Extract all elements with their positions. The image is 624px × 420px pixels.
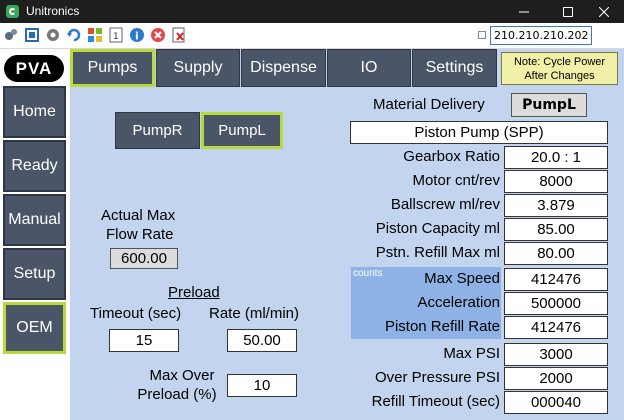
sidebar-item-setup[interactable]: Setup	[3, 248, 66, 300]
title-bar: Unitronics	[0, 0, 624, 23]
acceleration-label: Acceleration	[417, 294, 500, 311]
tab-pumps[interactable]: Pumps	[70, 49, 155, 87]
ip-checkbox[interactable]	[478, 31, 486, 39]
svg-text:i: i	[135, 30, 139, 43]
over-pressure-label: Over Pressure PSI	[374, 369, 500, 386]
max-speed-label: Max Speed	[424, 270, 500, 287]
stop-icon[interactable]	[150, 27, 166, 43]
toolbar: 1 i 210.210.210.202	[0, 23, 624, 49]
refresh-icon[interactable]	[66, 27, 82, 43]
preload-heading: Preload	[168, 284, 220, 301]
preload-timeout-input[interactable]: 15	[109, 329, 179, 352]
max-psi-input[interactable]: 3000	[504, 343, 608, 366]
max-over-preload-input[interactable]: 10	[227, 374, 297, 397]
close-icon	[599, 6, 609, 17]
pump-type-field: Piston Pump (SPP)	[350, 121, 608, 144]
piston-refill-rate-input[interactable]: 412476	[504, 316, 608, 339]
tab-supply[interactable]: Supply	[156, 49, 240, 87]
tab-io[interactable]: IO	[327, 49, 411, 87]
app-logo-icon	[6, 5, 19, 18]
refill-timeout-input[interactable]: 000040	[504, 391, 608, 414]
max-speed-input[interactable]: 412476	[504, 268, 608, 291]
minimize-icon	[519, 11, 529, 12]
refill-max-label: Pstn. Refill Max ml	[375, 244, 500, 261]
sidebar-item-manual[interactable]: Manual	[3, 194, 66, 246]
over-pressure-input[interactable]: 2000	[504, 367, 608, 390]
tab-dispense[interactable]: Dispense	[241, 49, 326, 87]
max-over-label-line1: Max Over	[149, 367, 215, 384]
gearbox-ratio-input[interactable]: 20.0 : 1	[504, 146, 608, 169]
flow-rate-label-line1: Actual Max	[101, 207, 176, 224]
settings-gears-icon[interactable]	[3, 27, 19, 43]
document-delete-icon[interactable]	[171, 27, 187, 43]
sidebar-item-oem[interactable]: OEM	[3, 302, 66, 354]
pump-l-button[interactable]: PumpL	[201, 112, 283, 149]
minimize-button[interactable]	[504, 0, 544, 23]
counts-label: counts	[353, 268, 383, 279]
sidebar-item-ready[interactable]: Ready	[3, 140, 66, 192]
maximize-button[interactable]	[548, 0, 588, 23]
refill-timeout-label: Refill Timeout (sec)	[371, 393, 500, 410]
document-icon[interactable]: 1	[108, 27, 124, 43]
fullscreen-icon[interactable]	[24, 27, 40, 43]
rate-label: Rate (ml/min)	[209, 305, 300, 322]
acceleration-input[interactable]: 500000	[504, 292, 608, 315]
max-over-label-line2: Preload (%)	[137, 386, 217, 403]
windows-icon[interactable]	[87, 27, 103, 43]
preload-rate-input[interactable]: 50.00	[227, 329, 297, 352]
close-button[interactable]	[584, 0, 624, 23]
sidebar-item-home[interactable]: Home	[3, 86, 66, 138]
piston-capacity-label: Piston Capacity ml	[375, 220, 500, 237]
maximize-icon	[563, 6, 573, 17]
piston-refill-rate-label: Piston Refill Rate	[384, 318, 500, 335]
gear-icon[interactable]	[45, 27, 61, 43]
max-psi-label: Max PSI	[443, 345, 500, 362]
refill-max-input[interactable]: 80.00	[504, 242, 608, 265]
timeout-label: Timeout (sec)	[90, 305, 182, 322]
piston-capacity-input[interactable]: 85.00	[504, 218, 608, 241]
tab-settings[interactable]: Settings	[412, 49, 497, 87]
note-line-2: After Changes	[524, 69, 595, 82]
cycle-power-note: Note: Cycle Power After Changes	[501, 52, 618, 85]
ballscrew-label: Ballscrew ml/rev	[390, 196, 500, 213]
pump-r-button[interactable]: PumpR	[115, 112, 200, 149]
material-delivery-label: Material Delivery	[373, 96, 485, 113]
flow-rate-label-line2: Flow Rate	[106, 226, 174, 243]
window-title: Unitronics	[26, 4, 80, 18]
ip-address-input[interactable]: 210.210.210.202	[490, 26, 592, 45]
material-delivery-value: PumpL	[511, 93, 587, 117]
svg-text:1: 1	[113, 32, 119, 42]
note-line-1: Note: Cycle Power	[513, 55, 606, 68]
info-icon[interactable]: i	[129, 27, 145, 43]
motor-cnt-label: Motor cnt/rev	[412, 172, 500, 189]
ballscrew-input[interactable]: 3.879	[504, 194, 608, 217]
flow-rate-value: 600.00	[110, 248, 178, 269]
pva-logo: PVA	[4, 55, 64, 82]
motor-cnt-input[interactable]: 8000	[504, 170, 608, 193]
gearbox-ratio-label: Gearbox Ratio	[403, 148, 500, 165]
